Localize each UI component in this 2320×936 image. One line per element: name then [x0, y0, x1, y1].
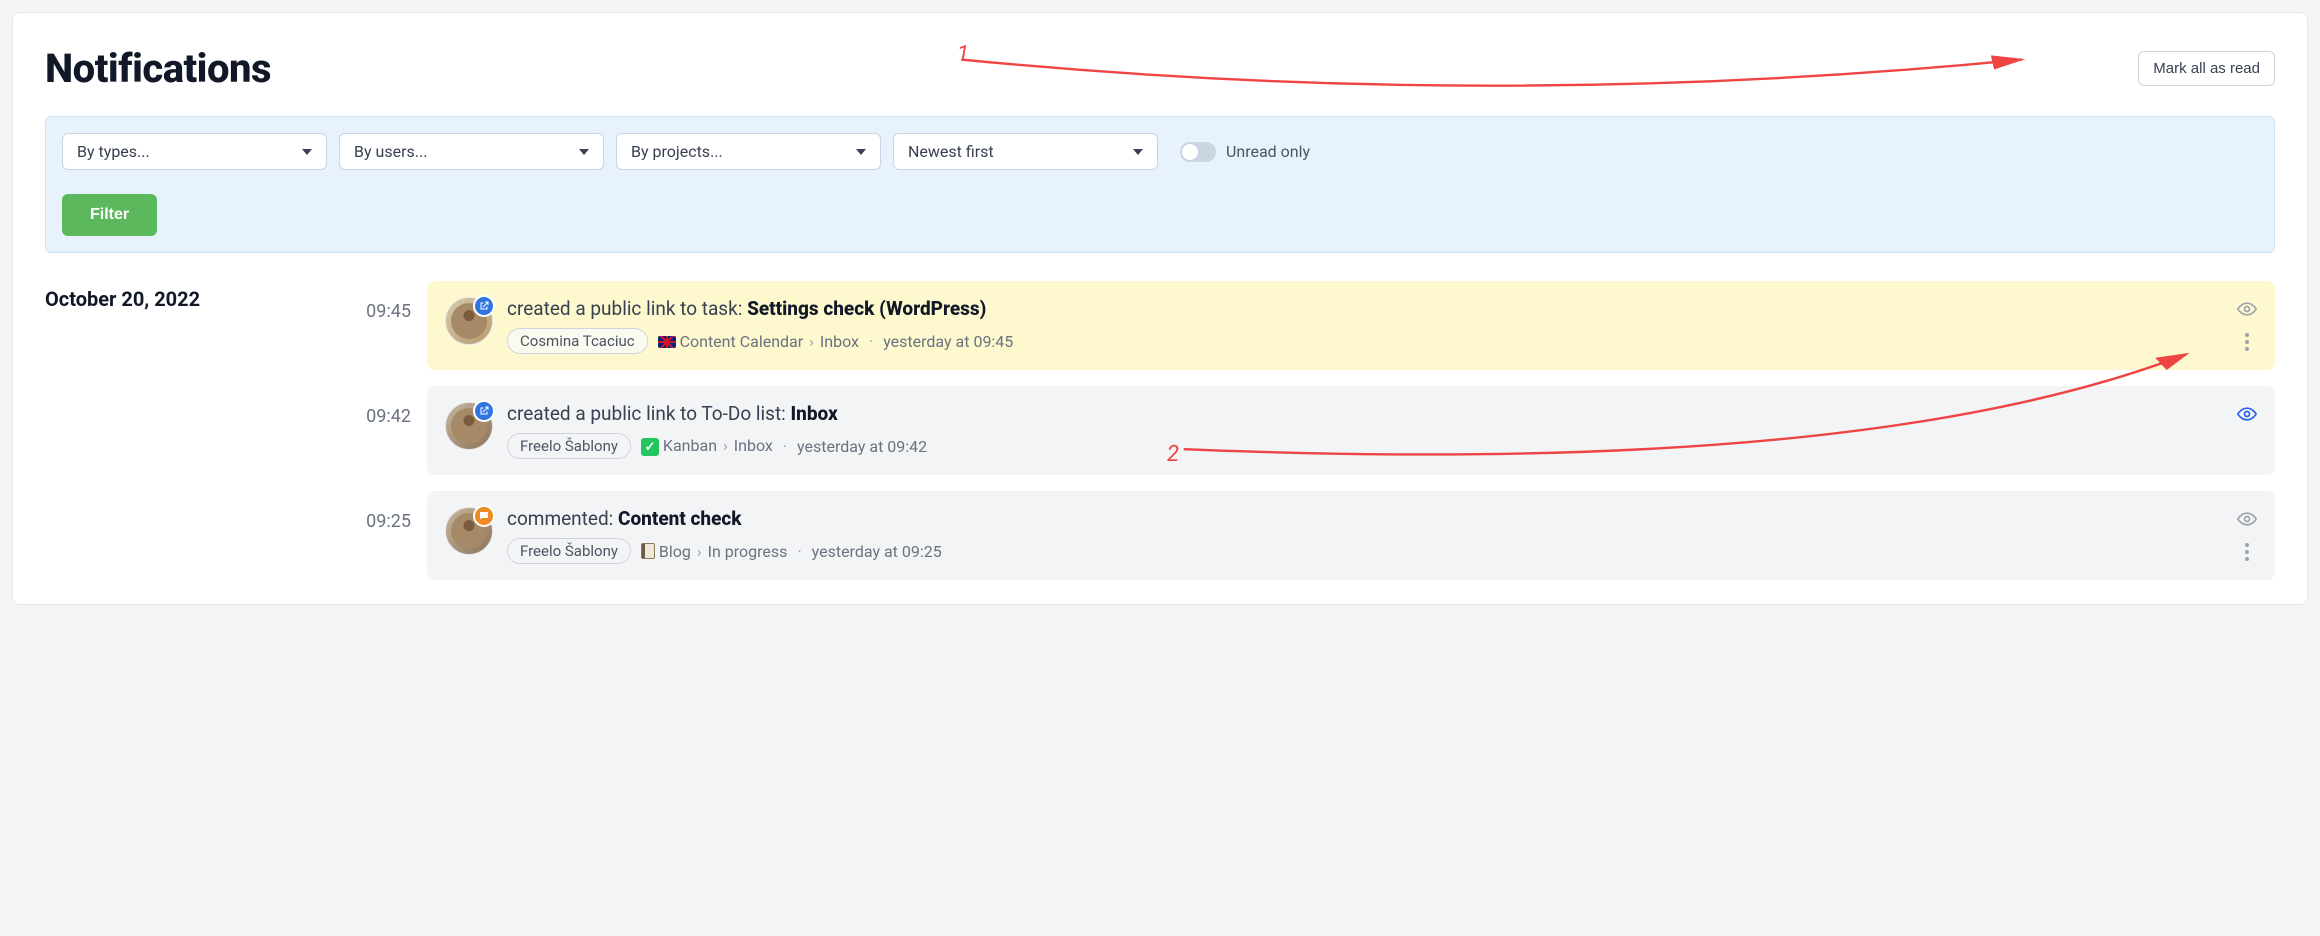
more-menu-icon[interactable]	[2245, 543, 2249, 561]
timestamp: yesterday at 09:25	[812, 542, 942, 561]
book-icon	[641, 543, 655, 559]
eye-icon[interactable]	[2237, 404, 2257, 424]
project-link[interactable]: Blog › In progress	[641, 542, 787, 561]
notification-meta: Freelo Šablony Blog › In progress · yest…	[507, 538, 2223, 564]
project-name: Kanban	[663, 436, 717, 455]
filter-button[interactable]: Filter	[62, 194, 157, 236]
notification-actions	[2237, 297, 2257, 354]
notification-title: created a public link to task: Settings …	[507, 297, 2223, 320]
eye-icon[interactable]	[2237, 509, 2257, 529]
project-name: Blog	[659, 542, 691, 561]
avatar-wrap	[445, 297, 493, 345]
avatar-wrap	[445, 402, 493, 450]
notification-subject: Inbox	[790, 402, 837, 425]
chevron-right-icon: ›	[807, 332, 816, 351]
author-chip[interactable]: Freelo Šablony	[507, 433, 631, 459]
notification-body: commented: Content check Freelo Šablony …	[507, 507, 2223, 564]
chevron-down-icon	[856, 149, 866, 155]
uk-flag-icon	[658, 336, 676, 348]
notification-actions	[2237, 507, 2257, 564]
notification-item[interactable]: commented: Content check Freelo Šablony …	[427, 491, 2275, 580]
sublist-name: In progress	[708, 542, 788, 561]
unread-only-toggle-wrap: Unread only	[1180, 142, 1310, 162]
filter-by-users-dropdown[interactable]: By users...	[339, 133, 604, 170]
project-name: Content Calendar	[680, 332, 804, 351]
unread-only-toggle[interactable]	[1180, 142, 1216, 162]
project-link[interactable]: Content Calendar › Inbox	[658, 332, 859, 351]
eye-icon[interactable]	[2237, 299, 2257, 319]
chevron-down-icon	[302, 149, 312, 155]
chevron-down-icon	[1133, 149, 1143, 155]
annotation-label-2: 2	[1167, 442, 1179, 467]
notification-actions	[2237, 402, 2257, 459]
notification-meta: Freelo Šablony ✓ Kanban › Inbox · yester…	[507, 433, 2223, 459]
notification-body: created a public link to To-Do list: Inb…	[507, 402, 2223, 459]
filter-panel: By types... By users... By projects... N…	[45, 116, 2275, 253]
chevron-right-icon: ›	[695, 542, 704, 561]
author-chip[interactable]: Cosmina Tcaciuc	[507, 328, 648, 354]
notification-title: commented: Content check	[507, 507, 2223, 530]
sort-dropdown[interactable]: Newest first	[893, 133, 1158, 170]
filter-by-types-dropdown[interactable]: By types...	[62, 133, 327, 170]
sublist-name: Inbox	[734, 436, 773, 455]
link-badge-icon	[473, 400, 495, 422]
timestamp: yesterday at 09:42	[797, 437, 927, 456]
filter-by-types-label: By types...	[77, 142, 150, 161]
avatar-wrap	[445, 507, 493, 555]
notification-item[interactable]: created a public link to To-Do list: Inb…	[427, 386, 2275, 475]
date-group-label: October 20, 2022	[45, 281, 285, 311]
sublist-name: Inbox	[820, 332, 859, 351]
notification-time: 09:25	[301, 491, 411, 532]
more-menu-icon[interactable]	[2245, 333, 2249, 351]
chevron-down-icon	[579, 149, 589, 155]
timestamp: yesterday at 09:45	[883, 332, 1013, 351]
notification-action: created a public link to task:	[507, 297, 747, 320]
chevron-right-icon: ›	[721, 436, 730, 455]
notification-body: created a public link to task: Settings …	[507, 297, 2223, 354]
notification-subject: Settings check (WordPress)	[747, 297, 986, 320]
annotation-label-1: 1	[957, 42, 969, 67]
toggle-knob	[1182, 144, 1198, 160]
mark-all-read-button[interactable]: Mark all as read	[2138, 51, 2275, 86]
sort-label: Newest first	[908, 142, 994, 161]
notification-time: 09:45	[301, 281, 411, 322]
notification-title: created a public link to To-Do list: Inb…	[507, 402, 2223, 425]
comment-badge-icon	[473, 505, 495, 527]
page-title: Notifications	[45, 45, 271, 92]
filter-by-users-label: By users...	[354, 142, 427, 161]
link-badge-icon	[473, 295, 495, 317]
separator: ·	[797, 542, 801, 561]
author-chip[interactable]: Freelo Šablony	[507, 538, 631, 564]
unread-only-label: Unread only	[1226, 142, 1310, 161]
notification-action: commented:	[507, 507, 618, 530]
separator: ·	[869, 332, 873, 351]
notification-subject: Content check	[618, 507, 742, 530]
filter-by-projects-label: By projects...	[631, 142, 723, 161]
notification-time: 09:42	[301, 386, 411, 427]
notifications-list: October 20, 2022 09:45 created a public …	[45, 281, 2275, 580]
notification-meta: Cosmina Tcaciuc Content Calendar › Inbox…	[507, 328, 2223, 354]
notifications-card: Notifications Mark all as read By types.…	[12, 12, 2308, 605]
separator: ·	[783, 437, 787, 456]
project-link[interactable]: ✓ Kanban › Inbox	[641, 436, 773, 457]
header-row: Notifications Mark all as read	[45, 45, 2275, 92]
notification-action: created a public link to To-Do list:	[507, 402, 790, 425]
filter-by-projects-dropdown[interactable]: By projects...	[616, 133, 881, 170]
notification-item[interactable]: created a public link to task: Settings …	[427, 281, 2275, 370]
checkmark-icon: ✓	[641, 438, 659, 456]
